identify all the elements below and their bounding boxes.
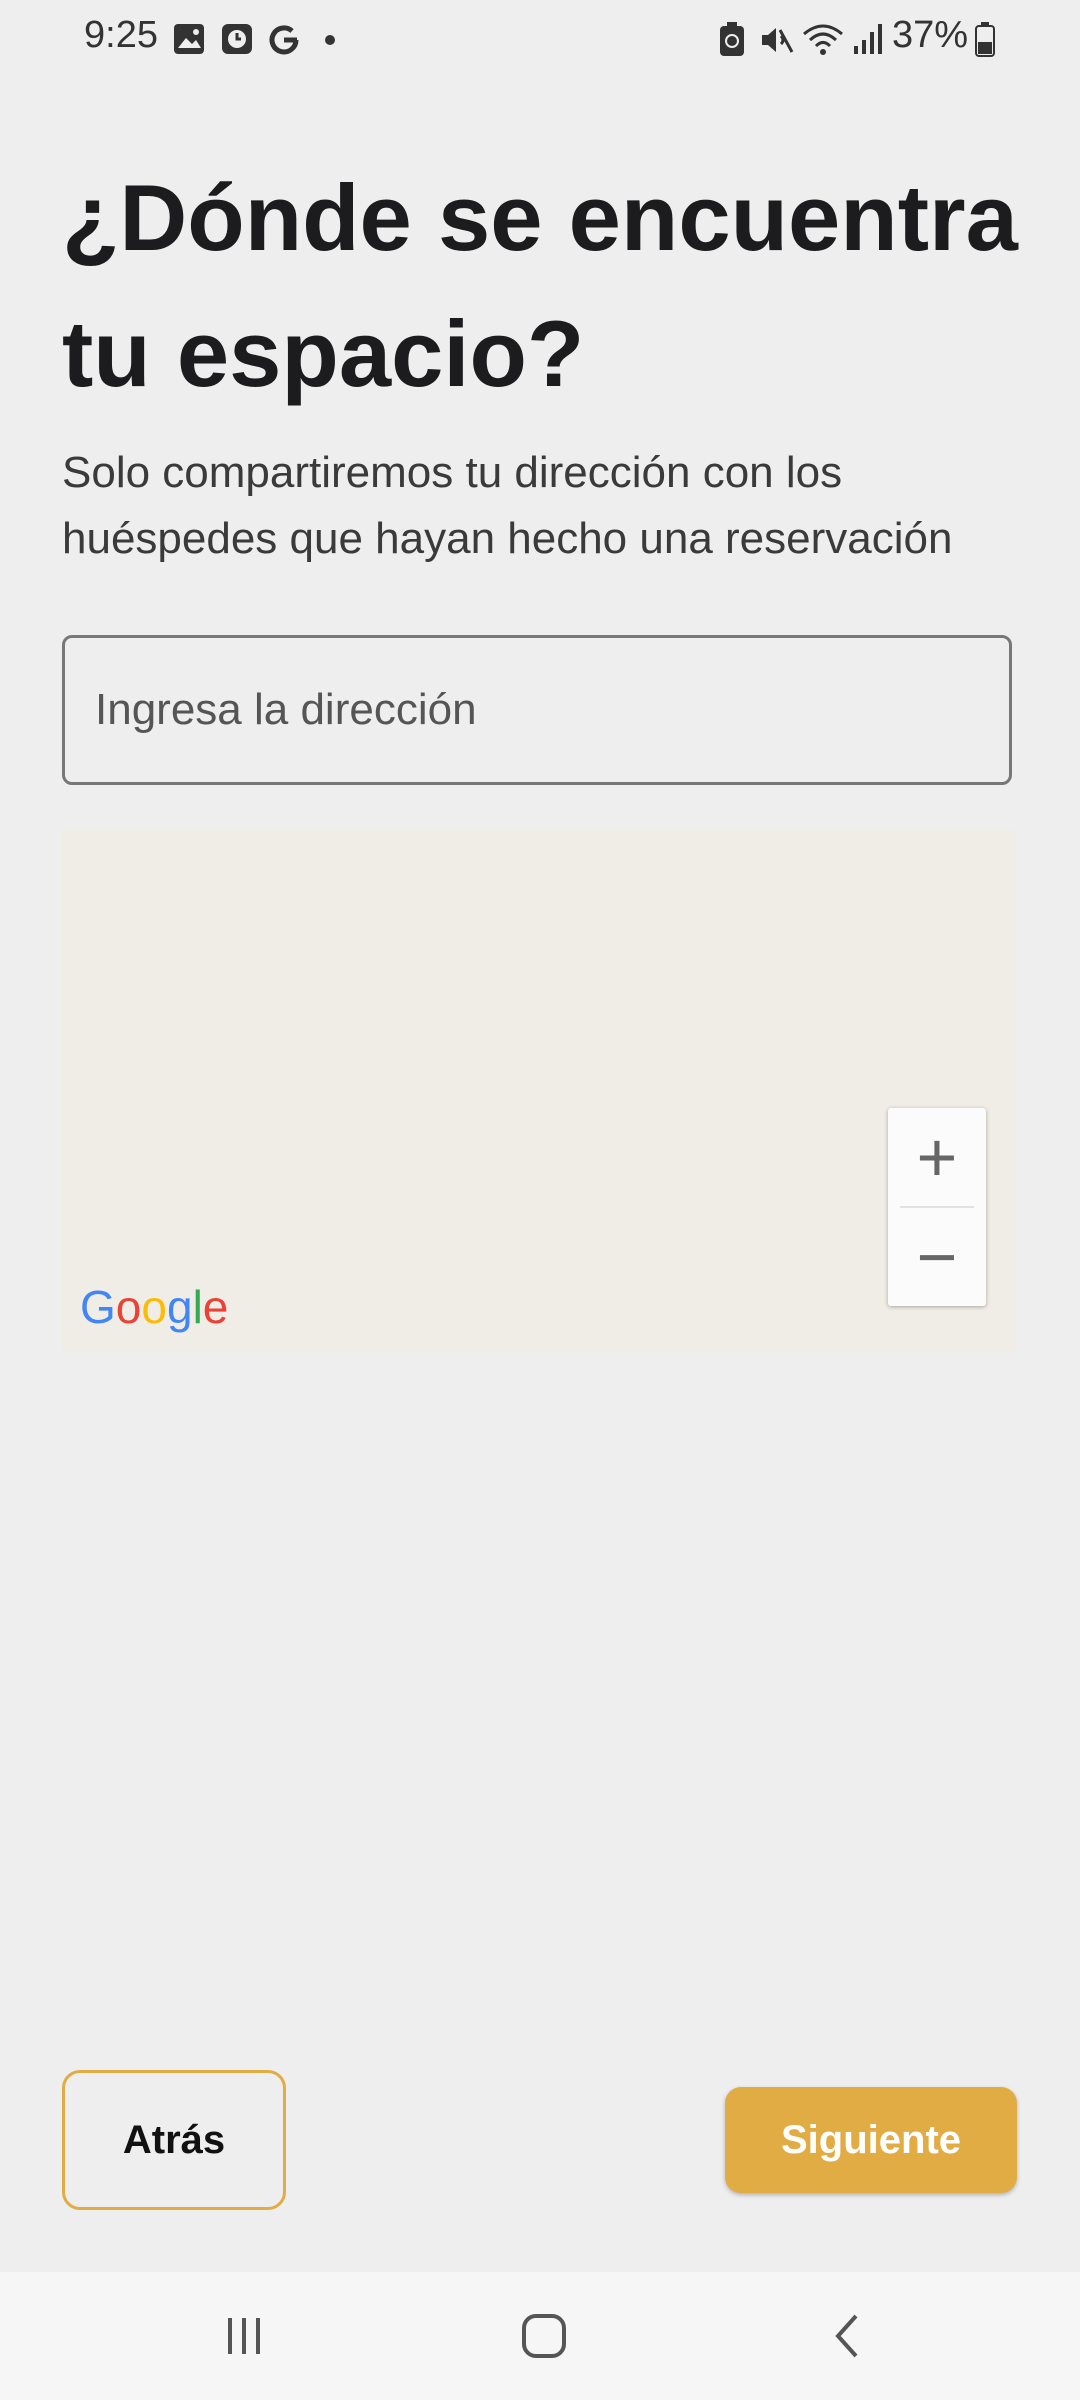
system-nav-bar (0, 2272, 1080, 2400)
page-subtitle: Solo compartiremos tu dirección con los … (62, 448, 953, 563)
zoom-in-button[interactable]: + (888, 1108, 986, 1206)
next-button[interactable]: Siguiente (725, 2087, 1017, 2193)
signal-icon (852, 22, 886, 61)
recent-apps-icon[interactable] (214, 2308, 274, 2364)
address-input[interactable] (62, 635, 1012, 785)
clock-icon (220, 22, 254, 61)
zoom-out-button[interactable]: − (888, 1208, 986, 1306)
google-icon (266, 22, 302, 63)
status-time: 9:25 (84, 14, 158, 56)
dot-icon (324, 33, 336, 51)
google-logo: Google (80, 1281, 229, 1333)
battery-percent: 37% (891, 14, 968, 56)
wifi-icon (802, 22, 844, 63)
mute-icon (758, 22, 794, 63)
back-button[interactable]: Atrás (62, 2070, 286, 2210)
battery-saver-icon (718, 22, 746, 63)
gallery-icon (172, 22, 206, 61)
page-title: ¿Dónde se encuentra tu espacio? (62, 165, 1018, 406)
back-icon[interactable] (818, 2308, 878, 2364)
zoom-controls: + − (888, 1108, 986, 1306)
battery-icon (974, 22, 996, 63)
map-view[interactable]: + − Google (62, 830, 1016, 1352)
status-bar: 9:25 37% (0, 0, 1080, 80)
home-icon[interactable] (514, 2308, 574, 2364)
